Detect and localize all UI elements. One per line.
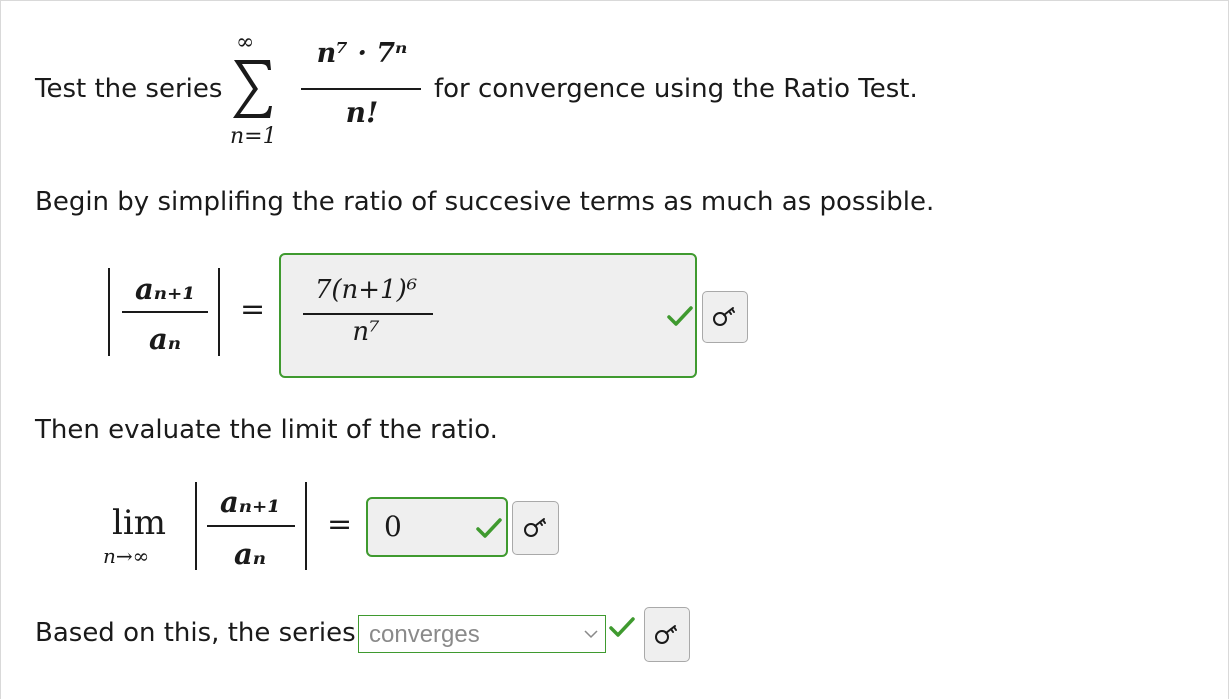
chevron-down-icon <box>584 630 598 639</box>
abs-bar-right <box>218 268 220 356</box>
summation: ∞ n=1 <box>222 30 302 152</box>
limit-operator: lim <box>112 503 166 543</box>
intro-prefix: Test the series <box>35 74 223 104</box>
limit-answer-field[interactable]: 0 <box>366 497 508 557</box>
series-denominator: n! <box>345 96 379 129</box>
step1-key-button[interactable] <box>702 291 748 343</box>
limit-abs-bar-right <box>305 482 307 570</box>
step2-key-button[interactable] <box>512 501 559 555</box>
step2-instruction: Then evaluate the limit of the ratio. <box>35 415 498 445</box>
ratio-answer-field[interactable]: 7(n+1)⁶ n⁷ <box>279 253 697 378</box>
limit-ratio-denominator: aₙ <box>233 537 267 571</box>
limit-abs-bar-left <box>195 482 197 570</box>
check-icon <box>667 306 693 326</box>
limit-answer-value: 0 <box>384 510 402 543</box>
ratio-answer-denominator: n⁷ <box>352 317 380 347</box>
limit-equals-sign: = <box>327 507 353 542</box>
check-icon <box>609 617 635 637</box>
limit-ratio-fraction-bar <box>207 525 295 527</box>
sum-upper-limit: ∞ <box>236 30 255 55</box>
convergence-select[interactable]: converges <box>358 615 606 653</box>
ratio-answer-numerator: 7(n+1)⁶ <box>314 275 418 305</box>
sum-lower-limit: n=1 <box>230 124 277 149</box>
key-icon <box>655 624 677 644</box>
abs-bar-left <box>108 268 110 356</box>
check-icon <box>476 518 502 538</box>
ratio-fraction-bar <box>122 311 208 313</box>
series-fraction-bar <box>301 88 421 90</box>
equals-sign: = <box>240 292 266 327</box>
series-numerator: n⁷ · 7ⁿ <box>316 38 408 69</box>
convergence-selected-value: converges <box>369 621 480 648</box>
ratio-numerator: aₙ₊₁ <box>134 272 196 306</box>
ratio-denominator: aₙ <box>148 322 182 356</box>
step3-key-button[interactable] <box>644 607 690 662</box>
key-icon <box>523 518 546 537</box>
key-icon <box>713 307 735 326</box>
limit-subscript: n→∞ <box>103 544 150 568</box>
limit-ratio-numerator: aₙ₊₁ <box>219 485 281 519</box>
step1-instruction: Begin by simplifing the ratio of succesi… <box>35 187 935 217</box>
intro-suffix: for convergence using the Ratio Test. <box>434 74 918 104</box>
ratio-answer-fraction-bar <box>303 313 433 315</box>
step3-prefix: Based on this, the series <box>35 618 356 648</box>
sigma-icon <box>233 60 272 118</box>
